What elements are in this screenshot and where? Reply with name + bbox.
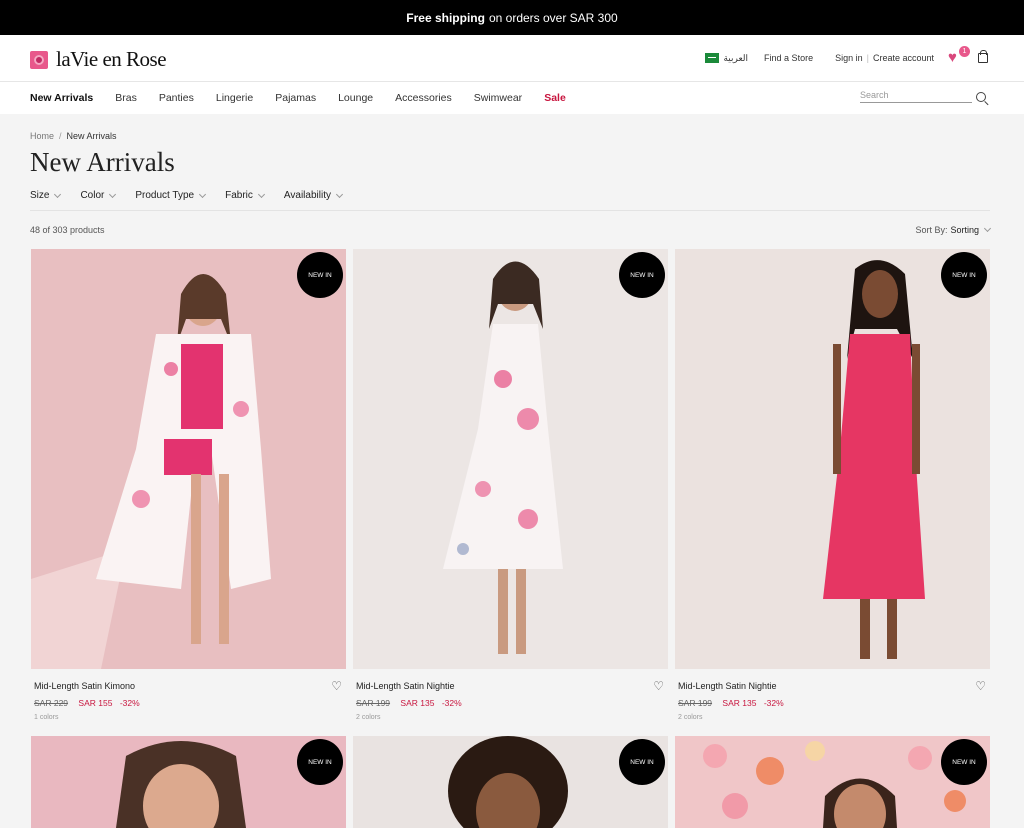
discount-label: -32% xyxy=(119,698,140,708)
new-in-badge: NEW IN xyxy=(297,252,343,298)
product-card[interactable]: NEW IN xyxy=(353,736,668,828)
product-name[interactable]: Mid-Length Satin Nightie xyxy=(356,681,455,691)
breadcrumb: Home / New Arrivals xyxy=(30,131,117,141)
filter-color[interactable]: Color xyxy=(80,190,117,201)
sale-price: SAR 135 xyxy=(400,698,435,708)
search-icon[interactable] xyxy=(976,92,986,102)
product-count: 48 of 303 products xyxy=(30,225,105,235)
original-price: SAR 199 xyxy=(678,698,713,708)
header-utilities: العربية Find a Store Sign in | Create ac… xyxy=(705,46,988,66)
discount-label: -32% xyxy=(441,698,462,708)
filter-label: Availability xyxy=(283,190,331,201)
heart-outline-icon[interactable]: ♡ xyxy=(331,679,342,693)
nav-item-lingerie[interactable]: Lingerie xyxy=(216,92,253,104)
main-nav: New Arrivals Bras Panties Lingerie Pajam… xyxy=(0,82,1024,114)
product-image[interactable]: NEW IN xyxy=(353,736,668,828)
color-count: 1 colors xyxy=(34,714,59,721)
sale-price: SAR 155 xyxy=(78,698,113,708)
promo-text: on orders over SAR 300 xyxy=(488,10,618,25)
new-in-badge: NEW IN xyxy=(941,739,987,785)
filter-size[interactable]: Size xyxy=(30,190,62,201)
chevron-down-icon xyxy=(54,190,62,198)
color-count: 2 colors xyxy=(678,714,703,721)
chevron-down-icon xyxy=(335,190,344,198)
filter-label: Size xyxy=(30,190,50,201)
color-count: 2 colors xyxy=(356,714,381,721)
nav-item-pajamas[interactable]: Pajamas xyxy=(275,92,316,104)
filter-product-type[interactable]: Product Type xyxy=(135,190,207,201)
product-image[interactable]: NEW IN xyxy=(31,736,346,828)
product-price: SAR 199 SAR 135 -32% xyxy=(678,698,784,708)
breadcrumb-current: New Arrivals xyxy=(66,131,117,141)
chevron-down-icon xyxy=(983,224,992,233)
nav-item-accessories[interactable]: Accessories xyxy=(395,92,452,104)
find-store-link[interactable]: Find a Store xyxy=(764,53,813,63)
chevron-down-icon xyxy=(199,190,207,198)
breadcrumb-separator: / xyxy=(59,131,62,141)
sign-in-link[interactable]: Sign in xyxy=(835,53,863,63)
saudi-flag-icon xyxy=(705,53,720,63)
nav-item-bras[interactable]: Bras xyxy=(115,92,137,104)
chevron-down-icon xyxy=(109,190,117,198)
heart-outline-icon[interactable]: ♡ xyxy=(653,679,664,693)
product-card[interactable]: NEW IN xyxy=(675,736,990,828)
logo-text: laVie en Rose xyxy=(56,47,167,71)
sort-dropdown[interactable]: Sort By: Sorting xyxy=(915,224,992,235)
page-title: New Arrivals xyxy=(30,147,175,177)
site-header: laVie en Rose العربية Find a Store Sign … xyxy=(0,35,1024,82)
product-name[interactable]: Mid-Length Satin Nightie xyxy=(678,681,777,691)
product-price: SAR 229 SAR 155 -32% xyxy=(34,698,140,708)
filter-divider xyxy=(30,210,990,211)
wishlist-button[interactable]: ♥ 1 xyxy=(948,46,970,66)
nav-item-sale[interactable]: Sale xyxy=(544,92,566,104)
discount-label: -32% xyxy=(763,698,784,708)
new-in-badge: NEW IN xyxy=(941,252,987,298)
product-image-pink-nightie[interactable]: NEW IN xyxy=(675,249,990,669)
shopping-bag-icon[interactable] xyxy=(978,50,988,63)
product-image-kimono[interactable]: NEW IN xyxy=(31,249,346,669)
chevron-down-icon xyxy=(257,190,265,198)
logo[interactable]: laVie en Rose xyxy=(30,47,167,72)
nav-item-new-arrivals[interactable]: New Arrivals xyxy=(30,92,93,104)
filter-label: Product Type xyxy=(135,190,195,201)
search-input[interactable]: Search xyxy=(860,90,972,103)
filter-label: Fabric xyxy=(225,190,253,201)
sort-value: Sorting xyxy=(950,225,979,235)
promo-bold: Free shipping xyxy=(406,10,485,25)
filter-label: Color xyxy=(80,190,105,201)
product-card[interactable]: NEW IN xyxy=(31,736,346,828)
language-link[interactable]: العربية xyxy=(723,53,748,64)
account-separator: | xyxy=(866,53,869,63)
nav-item-lounge[interactable]: Lounge xyxy=(338,92,373,104)
heart-outline-icon[interactable]: ♡ xyxy=(975,679,986,693)
sort-label: Sort By: xyxy=(915,225,948,235)
filter-bar: Size Color Product Type Fabric Availabil… xyxy=(30,190,362,201)
product-image-floral-nightie[interactable]: NEW IN xyxy=(353,249,668,669)
sale-price: SAR 135 xyxy=(722,698,757,708)
filter-fabric[interactable]: Fabric xyxy=(225,190,265,201)
product-price: SAR 199 SAR 135 -32% xyxy=(356,698,462,708)
nav-item-swimwear[interactable]: Swimwear xyxy=(474,92,522,104)
promo-bar: Free shipping on orders over SAR 300 xyxy=(0,0,1024,35)
original-price: SAR 229 xyxy=(34,698,69,708)
original-price: SAR 199 xyxy=(356,698,391,708)
new-in-badge: NEW IN xyxy=(619,739,665,785)
heart-icon: ♥ xyxy=(948,49,957,66)
product-name[interactable]: Mid-Length Satin Kimono xyxy=(34,681,135,691)
nav-item-panties[interactable]: Panties xyxy=(159,92,194,104)
rose-logo-icon xyxy=(30,50,48,69)
new-in-badge: NEW IN xyxy=(297,739,343,785)
breadcrumb-home[interactable]: Home xyxy=(30,131,54,141)
product-image[interactable]: NEW IN xyxy=(675,736,990,828)
new-in-badge: NEW IN xyxy=(619,252,665,298)
create-account-link[interactable]: Create account xyxy=(873,53,934,63)
filter-availability[interactable]: Availability xyxy=(283,190,344,201)
wishlist-count-badge: 1 xyxy=(959,46,970,57)
